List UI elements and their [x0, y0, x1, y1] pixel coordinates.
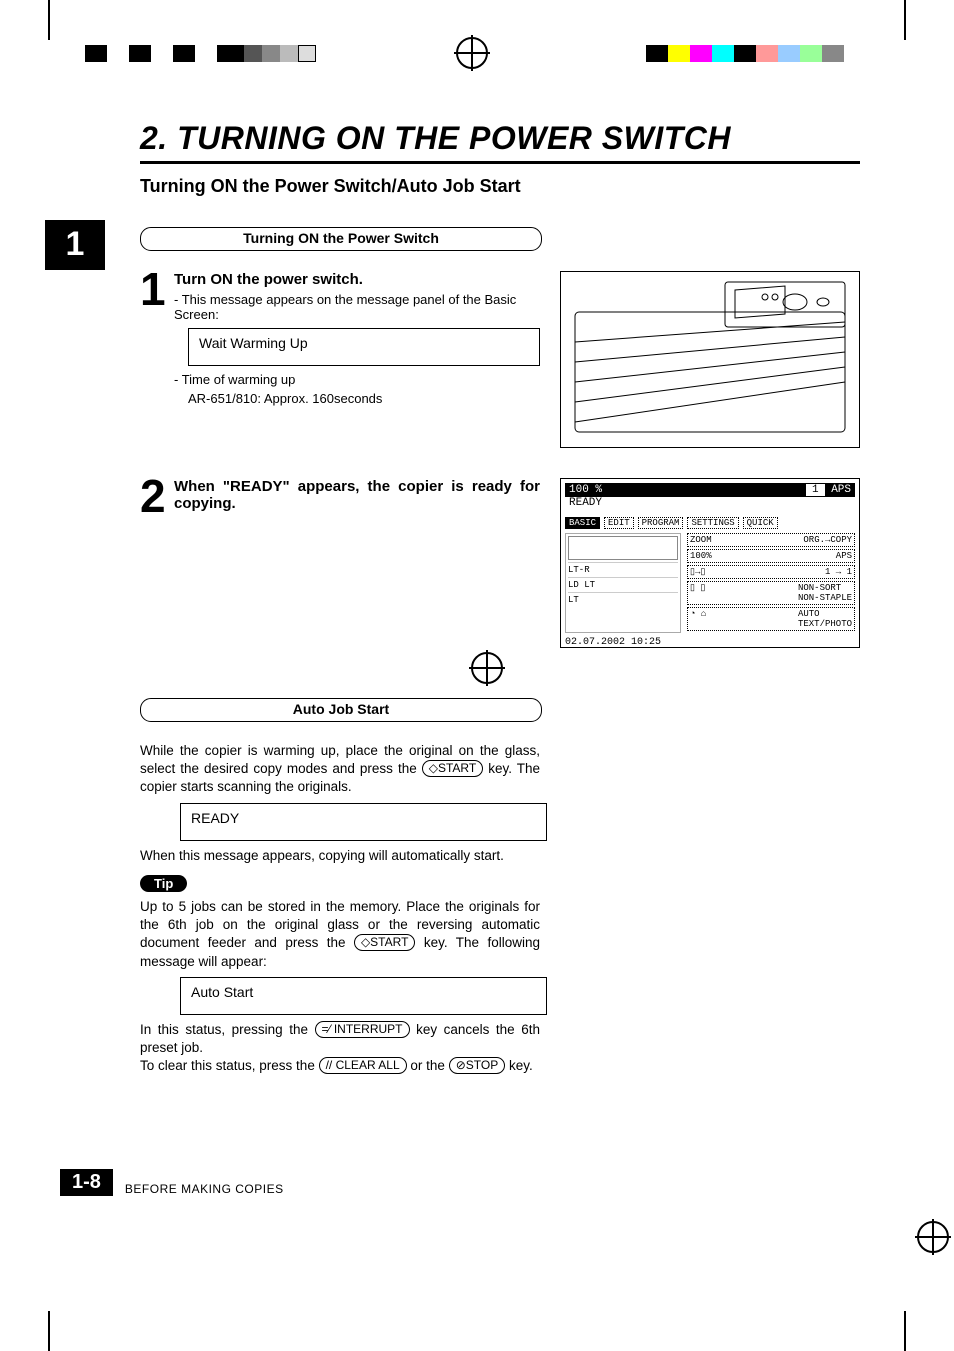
tray-column: LT-R LD LT LT [565, 533, 681, 633]
warmup-time-value: AR-651/810: Approx. 160seconds [174, 391, 540, 406]
screen-tab: BASIC [565, 517, 600, 529]
crop-mark [48, 0, 50, 40]
screen-zoom: 100 % [569, 484, 602, 496]
step1-heading: Turn ON the power switch. [174, 271, 540, 288]
opt-row: ▯ ▯NON-SORT NON-STAPLE [687, 581, 855, 605]
message-box-ready: READY [180, 803, 547, 841]
screen-body: LT-R LD LT LT ZOOMORG.→COPY 100%APS [565, 533, 855, 633]
color-calibration-strip [646, 45, 844, 62]
gray-calibration-strip [226, 45, 316, 62]
registration-mark-right [907, 660, 939, 692]
lcd-screen-illustration: 100 % 1 APS READY BASIC EDIT PROGRAM SET… [560, 478, 860, 648]
bw-calibration-strip [85, 45, 239, 62]
tray-row: LT [568, 592, 678, 607]
message-box-autostart: Auto Start [180, 977, 547, 1015]
message-box-warming: Wait Warming Up [188, 328, 540, 366]
chapter-title: 2. TURNING ON THE POWER SWITCH [140, 120, 860, 157]
interrupt-key-icon: =⁄ INTERRUPT [315, 1021, 410, 1038]
stop-key-icon: ⊘STOP [449, 1057, 506, 1074]
page-number: 1-8 [60, 1169, 113, 1196]
step-2: 2 When "READY" appears, the copier is re… [140, 478, 540, 514]
crop-mark [904, 0, 906, 40]
tray-row: LD LT [568, 577, 678, 592]
title-rule [140, 161, 860, 164]
step-1: 1 Turn ON the power switch. - This messa… [140, 271, 540, 406]
start-key-icon: ◇START [354, 934, 415, 951]
printer-illustration [560, 271, 860, 448]
screen-tab: QUICK [743, 517, 778, 529]
screen-qty: 1 [806, 484, 825, 496]
screen-ready-text: READY [565, 497, 855, 513]
print-marks-top [0, 45, 954, 65]
page-content: 2. TURNING ON THE POWER SWITCH Turning O… [140, 120, 860, 1075]
screen-tab: EDIT [604, 517, 634, 529]
auto-job-p2: When this message appears, copying will … [140, 847, 540, 865]
tip-badge: Tip [140, 875, 187, 892]
tip-p2: In this status, pressing the =⁄ INTERRUP… [140, 1021, 540, 1057]
opt-row: ▯→▯1 → 1 [687, 565, 855, 579]
chapter-number-box: 1 [45, 220, 105, 270]
step-number: 2 [140, 478, 174, 514]
options-column: ZOOMORG.→COPY 100%APS ▯→▯1 → 1 ▯ ▯NON-SO… [687, 533, 855, 633]
page-footer: 1-8 BEFORE MAKING COPIES [60, 1169, 880, 1196]
manual-page: 1 2. TURNING ON THE POWER SWITCH Turning… [0, 0, 954, 1351]
footer-text: BEFORE MAKING COPIES [125, 1182, 284, 1196]
screen-mode: APS [831, 484, 851, 496]
section-subtitle: Turning ON the Power Switch/Auto Job Sta… [140, 176, 860, 197]
screen-tabs: BASIC EDIT PROGRAM SETTINGS QUICK [565, 517, 855, 529]
registration-mark-bottom [461, 1229, 493, 1261]
tip-p1: Up to 5 jobs can be stored in the memory… [140, 898, 540, 971]
step1-row: 1 Turn ON the power switch. - This messa… [140, 271, 860, 448]
clear-all-key-icon: // CLEAR ALL [319, 1057, 407, 1074]
screen-tab: SETTINGS [687, 517, 738, 529]
screen-status-bar: 100 % 1 APS [565, 483, 855, 497]
opt-row: ◔ ⌂AUTO TEXT/PHOTO [687, 607, 855, 631]
subheading-auto-job: Auto Job Start [140, 698, 542, 722]
printer-line-art-icon [561, 272, 859, 447]
crop-mark [904, 1311, 906, 1351]
screen-datetime: 02.07.2002 10:25 [565, 633, 855, 648]
subheading-power-switch: Turning ON the Power Switch [140, 227, 542, 251]
auto-job-p1: While the copier is warming up, place th… [140, 742, 540, 797]
opt-row: ZOOMORG.→COPY [687, 533, 855, 547]
opt-row: 100%APS [687, 549, 855, 563]
screen-tab: PROGRAM [638, 517, 684, 529]
step2-heading: When "READY" appears, the copier is read… [174, 478, 540, 512]
step-number: 1 [140, 271, 174, 406]
step1-note: - This message appears on the message pa… [174, 292, 540, 322]
tray-row: LT-R [568, 562, 678, 577]
start-key-icon: ◇START [422, 760, 483, 777]
tip-p3: To clear this status, press the // CLEAR… [140, 1057, 540, 1075]
registration-mark-left [15, 660, 47, 692]
step2-row: 2 When "READY" appears, the copier is re… [140, 478, 860, 648]
crop-mark [48, 1311, 50, 1351]
registration-mark-icon [456, 37, 488, 69]
warmup-time-label: - Time of warming up [174, 372, 540, 387]
